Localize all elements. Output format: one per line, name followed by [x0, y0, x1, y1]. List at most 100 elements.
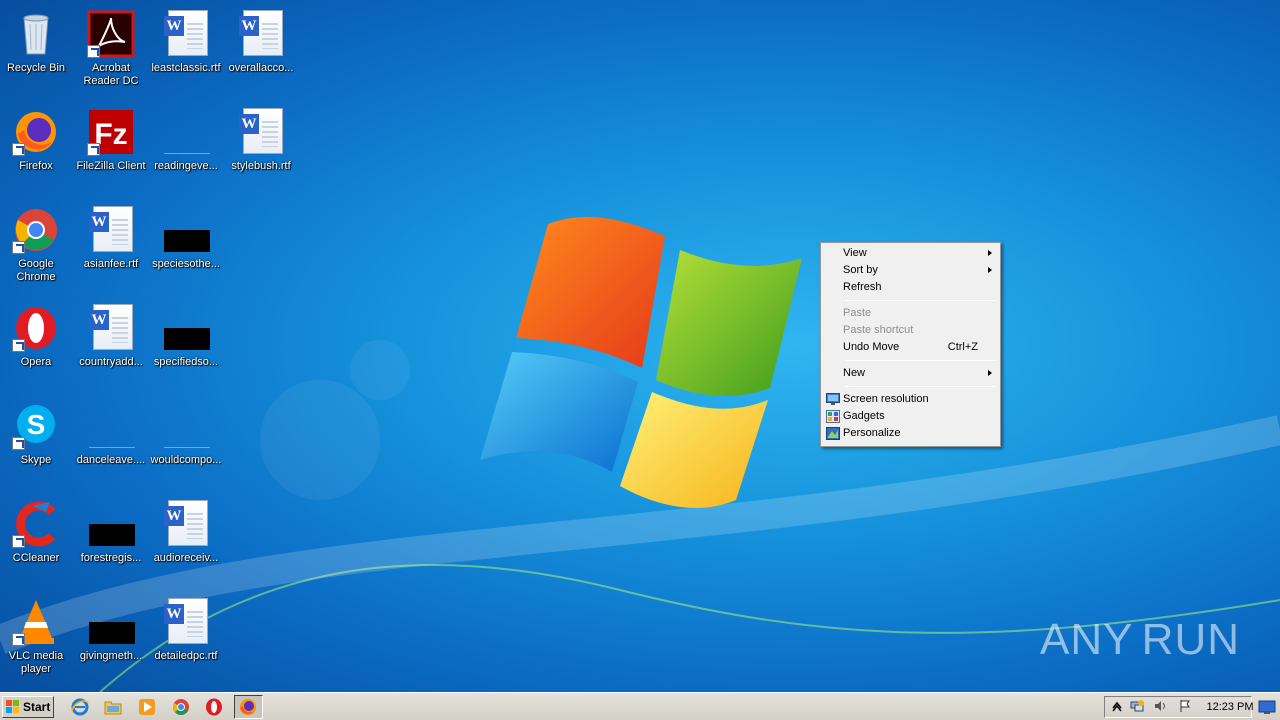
desktop-icon-readingeve[interactable]: readingeve... [148, 102, 224, 194]
desktop-icon-vlc[interactable]: VLC media player [0, 592, 74, 684]
menu-separator [845, 300, 996, 301]
volume-icon[interactable] [1153, 699, 1167, 713]
icon-label: givingmeth... [79, 650, 143, 662]
menu-item-sort-by[interactable]: Sort by [823, 262, 998, 279]
gadgets-icon [826, 410, 840, 423]
media-player-icon[interactable] [137, 697, 157, 717]
icon-label: wouldcompo... [150, 454, 222, 466]
watermark-text-run: RUN [1141, 615, 1240, 664]
opera-icon[interactable] [204, 697, 224, 717]
desktop-icon-ccleaner[interactable]: CCleaner [0, 494, 74, 586]
desktop-icon-acrobat-reader[interactable]: Acrobat Reader DC [73, 4, 149, 96]
watermark-text-any: ANY [1040, 615, 1134, 664]
personalize-icon [826, 427, 840, 440]
icon-label: specifiedso... [153, 356, 219, 368]
icon-label: Acrobat Reader DC [83, 62, 139, 87]
icon-label: asianfee.rtf [83, 258, 139, 270]
menu-item-label: Paste [843, 307, 872, 319]
blank-file-icon [87, 402, 135, 450]
shortcut-arrow-icon [87, 143, 100, 156]
desktop-icon-countryadd[interactable]: W countryadd... [73, 298, 149, 390]
desktop[interactable]: Recycle Bin Firefox Google Chrome Opera … [0, 0, 1280, 692]
ccleaner-icon [12, 500, 60, 548]
shortcut-arrow-icon [12, 143, 25, 156]
start-label: Start [23, 700, 51, 714]
word-doc-icon: W [162, 598, 210, 646]
desktop-icon-filezilla[interactable]: Fz FileZilla Client [73, 102, 149, 194]
desktop-icon-forestregis[interactable]: forestregis... [73, 494, 149, 586]
icon-label: forestregis... [80, 552, 142, 564]
submenu-arrow-icon [988, 370, 992, 376]
menu-item-label: Gadgets [843, 410, 885, 422]
desktop-icon-google-chrome[interactable]: Google Chrome [0, 200, 74, 292]
word-doc-icon: W [87, 304, 135, 352]
black-file-icon [87, 500, 135, 548]
desktop-icon-asianfee[interactable]: W asianfee.rtf [73, 200, 149, 292]
vlc-icon [12, 598, 60, 646]
svg-text:S: S [27, 409, 46, 440]
desktop-icon-skype[interactable]: S Skype [0, 396, 74, 488]
clock[interactable]: 12:23 PM [1200, 693, 1260, 720]
shortcut-arrow-icon [12, 535, 25, 548]
desktop-icon-opera[interactable]: Opera [0, 298, 74, 390]
desktop-icon-givingmeth[interactable]: givingmeth... [73, 592, 149, 684]
icon-label: readingeve... [154, 160, 218, 172]
menu-item-paste-shortcut: Paste shortcut [823, 322, 998, 339]
network-icon[interactable] [1130, 699, 1144, 713]
menu-item-refresh[interactable]: Refresh [823, 279, 998, 296]
action-center-flag-icon[interactable] [1178, 699, 1192, 713]
show-hidden-icons-icon[interactable] [1110, 699, 1124, 713]
icon-label: stylebush.rtf [231, 160, 291, 172]
menu-separator [845, 386, 996, 387]
icon-label: Firefox [19, 160, 53, 172]
icon-label: detailedpc.rtf [154, 650, 218, 662]
menu-item-screen-resolution[interactable]: Screen resolution [823, 391, 998, 408]
desktop-icon-overallacco[interactable]: W overallacco... [223, 4, 299, 96]
shortcut-arrow-icon [12, 339, 25, 352]
shortcut-arrow-icon [87, 45, 100, 58]
icon-label: Recycle Bin [6, 62, 66, 74]
show-desktop-icon[interactable] [1258, 698, 1276, 716]
menu-item-undo-move[interactable]: Undo Move Ctrl+Z [823, 339, 998, 356]
desktop-icon-detailedpc[interactable]: W detailedpc.rtf [148, 592, 224, 684]
menu-item-shortcut: Ctrl+Z [947, 341, 978, 353]
desktop-context-menu: View Sort by Refresh Paste Paste shortcu… [820, 242, 1001, 447]
folder-icon[interactable] [103, 697, 123, 717]
menu-item-gadgets[interactable]: Gadgets [823, 408, 998, 425]
desktop-icon-wouldcompo[interactable]: wouldcompo... [148, 396, 224, 488]
shortcut-arrow-icon [12, 437, 25, 450]
desktop-icon-stylebush[interactable]: W stylebush.rtf [223, 102, 299, 194]
black-file-icon [162, 206, 210, 254]
blank-file-icon [162, 402, 210, 450]
icon-label: FileZilla Client [76, 160, 146, 172]
taskbar: Start 12:23 PM [0, 692, 1280, 720]
black-file-icon [87, 598, 135, 646]
desktop-icon-audioreceiv[interactable]: W audioreceiv... [148, 494, 224, 586]
desktop-icon-leastclassic[interactable]: W leastclassic.rtf [148, 4, 224, 96]
desktop-icon-firefox[interactable]: Firefox [0, 102, 74, 194]
menu-item-label: Undo Move [843, 341, 900, 353]
shortcut-arrow-icon [12, 633, 25, 646]
firefox-icon[interactable] [238, 697, 258, 717]
filezilla-icon: Fz [87, 108, 135, 156]
icon-label: VLC media player [8, 650, 64, 675]
menu-item-view[interactable]: View [823, 245, 998, 262]
word-doc-icon: W [162, 500, 210, 548]
icon-label: danceleave.... [76, 454, 146, 466]
icon-label: leastclassic.rtf [151, 62, 221, 74]
menu-item-paste: Paste [823, 305, 998, 322]
menu-item-personalize[interactable]: Personalize [823, 425, 998, 442]
desktop-icon-danceleave[interactable]: danceleave.... [73, 396, 149, 488]
start-button[interactable]: Start [2, 696, 54, 718]
menu-item-label: Screen resolution [843, 393, 929, 405]
desktop-icon-specifiedso[interactable]: specifiedso... [148, 298, 224, 390]
skype-icon: S [12, 402, 60, 450]
desktop-icon-recycle-bin[interactable]: Recycle Bin [0, 4, 74, 96]
chrome-icon[interactable] [171, 697, 191, 717]
icon-label: Google Chrome [16, 258, 56, 283]
icon-label: CCleaner [12, 552, 60, 564]
menu-item-label: Refresh [843, 281, 882, 293]
menu-item-new[interactable]: New [823, 365, 998, 382]
internet-explorer-icon[interactable] [70, 697, 90, 717]
desktop-icon-speciesothe[interactable]: speciesothe... [148, 200, 224, 292]
